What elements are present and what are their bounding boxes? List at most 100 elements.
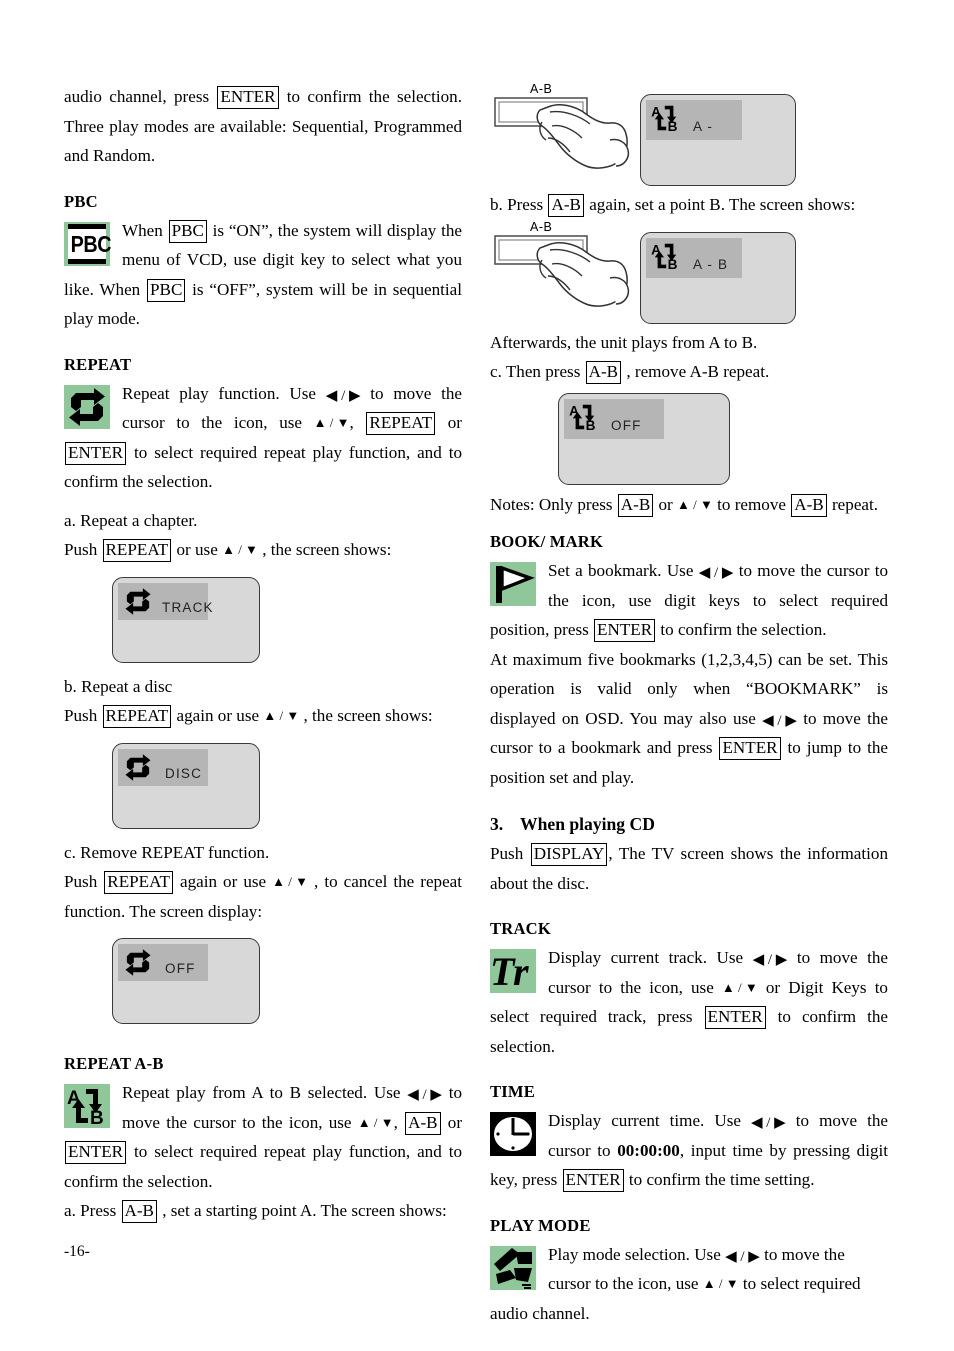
repeat-step-b-instruction: Push REPEAT again or use ▲ / ▼ , the scr… <box>64 701 462 731</box>
osd-mode-label: OFF <box>611 417 642 433</box>
repeat-loop-icon <box>122 586 154 617</box>
push-text: Push <box>64 540 102 559</box>
time-value: 00:00:00 <box>617 1140 680 1160</box>
enter-key-label: ENTER <box>594 619 656 642</box>
playmode-block: Play mode selection. Use ◀ / ▶ to move t… <box>490 1240 888 1329</box>
repeat-ab-text-1: Repeat play from A to B selected. Use <box>122 1083 408 1102</box>
up-down-arrow-icon: ▲ / ▼ <box>313 415 350 430</box>
repeat-step-c-instruction: Push REPEAT again or use ▲ / ▼ , to canc… <box>64 867 462 926</box>
up-down-arrow-icon: ▲ / ▼ <box>677 496 713 512</box>
pbc-text-1: When <box>122 220 168 240</box>
repeat-step-a-label: a. Repeat a chapter. <box>64 510 198 530</box>
step-b-instruction: b. Press A-B again, set a point B. The s… <box>490 190 888 220</box>
press-text: a. Press <box>64 1201 121 1220</box>
ab-key-label: A-B <box>617 493 654 517</box>
tv-screen-ab-point-b: A B A - B <box>640 231 796 324</box>
cd-section-heading: 3. When playing CD <box>490 809 888 839</box>
repeat-ab-text-4: or <box>441 1112 462 1132</box>
repeat-key-label: REPEAT <box>102 705 172 728</box>
notes-text-4: repeat. <box>827 494 879 514</box>
step-a-illustration-row: A-B A B A - <box>490 82 888 190</box>
osd-mode-label: OFF <box>165 961 196 976</box>
track-text-1: Display current track. Use <box>548 948 753 967</box>
time-paragraph: Display current time. Use ◀ / ▶ to move … <box>490 1106 888 1195</box>
up-down-arrow-icon: ▲ / ▼ <box>263 708 300 723</box>
up-down-arrow-icon: ▲ / ▼ <box>721 979 758 995</box>
press-text: b. Press <box>490 195 548 214</box>
push-text: Push <box>64 706 102 725</box>
hand-pressing-ab-button-a: A-B <box>490 82 640 190</box>
notes-text-1: Notes: Only press <box>490 494 617 514</box>
step-b-illustration-row: A-B A B A - B <box>490 220 888 328</box>
page-number: -16- <box>64 1243 90 1260</box>
ab-button-label: A-B <box>530 219 553 234</box>
point-b-text: again, set a point B. The screen shows: <box>584 195 856 214</box>
repeat-ab-icon: A B <box>567 401 600 433</box>
track-block: Tr Display current track. Use ◀ / ▶ to m… <box>490 943 888 1061</box>
pbc-key-label-1: PBC <box>168 219 207 243</box>
repeat-heading: REPEAT <box>64 354 132 374</box>
bookmark-paragraph-1: Set a bookmark. Use ◀ / ▶ to move the cu… <box>490 556 888 645</box>
repeat-key-label: REPEAT <box>104 871 173 894</box>
enter-key-label: ENTER <box>65 1141 127 1164</box>
ab-key-label: A-B <box>121 1200 157 1223</box>
enter-key-label: ENTER <box>704 1006 766 1029</box>
pbc-key-label-2: PBC <box>147 278 186 302</box>
playmode-text-1: Play mode selection. Use <box>548 1244 726 1264</box>
osd-mode-label: DISC <box>165 765 203 781</box>
ab-key-label: A-B <box>548 194 584 217</box>
repeat-ab-paragraph: Repeat play from A to B selected. Use ◀ … <box>64 1078 462 1196</box>
up-down-arrow-icon: ▲ / ▼ <box>357 1114 394 1130</box>
repeat-ab-icon: A B <box>64 1084 110 1129</box>
svg-text:B: B <box>90 1108 104 1129</box>
track-heading: TRACK <box>490 919 551 938</box>
repeat-loop-icon <box>122 947 154 978</box>
repeat-ab-heading: REPEAT A-B <box>64 1054 164 1073</box>
repeat-step-b-label: b. Repeat a disc <box>64 676 173 696</box>
intro-paragraph: audio channel, press ENTER to confirm th… <box>64 82 462 171</box>
repeat-ab-icon: A B <box>649 240 682 272</box>
osd-mode-label: A - <box>693 119 714 134</box>
time-block: Display current time. Use ◀ / ▶ to move … <box>490 1106 888 1195</box>
play-mode-shuffle-icon <box>490 1245 536 1290</box>
repeat-text-1: Repeat play function. Use <box>122 383 326 403</box>
up-down-arrow-icon: ▲ / ▼ <box>702 1276 739 1291</box>
ab-key-label: A-B <box>585 361 622 384</box>
enter-key-label: ENTER <box>562 1169 624 1192</box>
left-right-arrow-icon: ◀ / ▶ <box>752 952 788 968</box>
display-key-label: DISPLAY <box>530 843 608 866</box>
bookmark-block: Set a bookmark. Use ◀ / ▶ to move the cu… <box>490 556 888 645</box>
ab-button-label: A-B <box>530 82 553 96</box>
left-column: audio channel, press ENTER to confirm th… <box>64 82 462 1226</box>
repeat-ab-step-a: a. Press A-B , set a starting point A. T… <box>64 1196 462 1226</box>
time-heading: TIME <box>490 1082 536 1101</box>
left-right-arrow-icon: ◀ / ▶ <box>725 1248 760 1265</box>
tv-screen-repeat-track: TRACK <box>112 576 260 663</box>
pbc-block: PBC When PBC is “ON”, the system will di… <box>64 216 462 334</box>
repeat-key-label: REPEAT <box>366 412 436 435</box>
intro-text-a: audio channel, press <box>64 87 217 106</box>
tv-screen-ab-off: A B OFF <box>558 392 730 485</box>
repeat-text-3: , <box>349 413 366 432</box>
ab-key-label: A-B <box>405 1111 441 1135</box>
ab-key-label: A-B <box>791 493 827 517</box>
bookmark-text-3: to confirm the selection. <box>656 620 827 639</box>
enter-key-label: ENTER <box>217 86 279 109</box>
afterwards-text: Afterwards, the unit plays from A to B. <box>490 332 758 352</box>
bookmark-paragraph-2: At maximum five bookmarks (1,2,3,4,5) ca… <box>490 645 888 793</box>
cd-paragraph: Push DISPLAY, The TV screen shows the in… <box>490 839 888 898</box>
tv-screen-ab-point-a: A B A - <box>640 94 796 186</box>
track-tr-icon: Tr <box>490 949 536 994</box>
pbc-icon: PBC <box>64 221 112 266</box>
hand-pressing-ab-button-b: A-B <box>490 220 640 328</box>
up-down-arrow-icon: ▲ / ▼ <box>222 542 258 557</box>
notes-line: Notes: Only press A-B or ▲ / ▼ to remove… <box>490 490 888 520</box>
osd-mode-label: TRACK <box>162 599 214 615</box>
left-right-arrow-icon: ◀ / ▶ <box>750 1115 786 1131</box>
